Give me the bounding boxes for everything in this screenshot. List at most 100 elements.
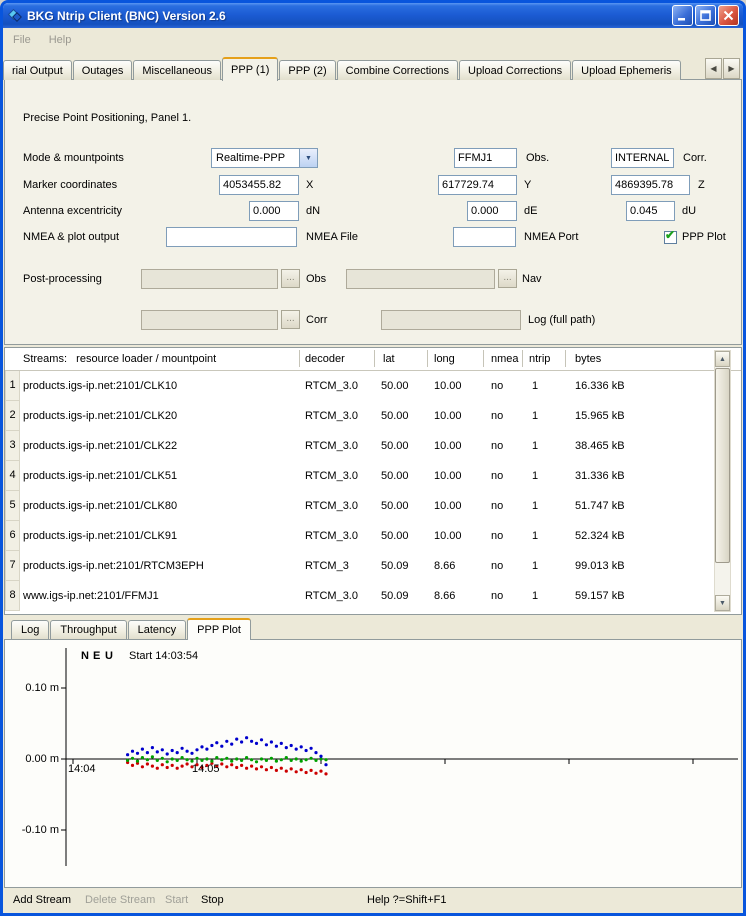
stream-bytes: 16.336 kB bbox=[575, 371, 625, 401]
maximize-icon bbox=[699, 9, 712, 22]
stream-lat: 50.00 bbox=[381, 431, 409, 461]
table-row[interactable]: 3 products.igs-ip.net:2101/CLK22 RTCM_3.… bbox=[5, 431, 723, 461]
tab-throughput[interactable]: Throughput bbox=[50, 620, 126, 639]
xtick-1405: 14:05 bbox=[192, 763, 220, 775]
app-window: BKG Ntrip Client (BNC) Version 2.6 File … bbox=[0, 0, 746, 916]
postproc-nav-file-field[interactable] bbox=[346, 269, 495, 289]
marker-coordinates-label: Marker coordinates bbox=[23, 175, 117, 195]
table-row[interactable]: 5 products.igs-ip.net:2101/CLK80 RTCM_3.… bbox=[5, 491, 723, 521]
mode-combobox[interactable]: Realtime-PPP ▼ bbox=[211, 148, 318, 168]
stream-decoder: RTCM_3.0 bbox=[305, 401, 358, 431]
chevron-right-icon: ▶ bbox=[728, 64, 734, 73]
table-row[interactable]: 6 products.igs-ip.net:2101/CLK91 RTCM_3.… bbox=[5, 521, 723, 551]
nmea-file-field[interactable] bbox=[166, 227, 297, 247]
nmea-file-label: NMEA File bbox=[306, 227, 358, 247]
scroll-down-button[interactable]: ▼ bbox=[715, 595, 730, 611]
stream-ntrip: 1 bbox=[532, 431, 538, 461]
tab-scroll-left-button[interactable]: ◀ bbox=[705, 58, 722, 79]
plot-start-time: Start 14:03:54 bbox=[129, 650, 198, 662]
log-file-label: Log (full path) bbox=[528, 310, 595, 330]
tab-outages[interactable]: Outages bbox=[73, 60, 133, 80]
browse-nav-button[interactable]: ... bbox=[498, 269, 517, 288]
nmea-port-field[interactable] bbox=[453, 227, 516, 247]
antenna-de-field[interactable] bbox=[467, 201, 517, 221]
vertical-scrollbar[interactable]: ▲ ▼ bbox=[714, 350, 731, 612]
stream-nmea: no bbox=[491, 581, 503, 611]
tab-upload-ephemeris[interactable]: Upload Ephemeris bbox=[572, 60, 681, 80]
tab-ppp-2[interactable]: PPP (2) bbox=[279, 60, 335, 80]
row-number: 3 bbox=[5, 431, 20, 461]
titlebar[interactable]: BKG Ntrip Client (BNC) Version 2.6 bbox=[3, 3, 743, 28]
bottom-tab-bar: Log Throughput Latency PPP Plot bbox=[11, 616, 743, 639]
tab-ppp-1[interactable]: PPP (1) bbox=[222, 57, 278, 81]
postproc-corr-file-field[interactable] bbox=[141, 310, 278, 330]
scrollbar-thumb[interactable] bbox=[715, 368, 730, 563]
menu-help[interactable]: Help bbox=[49, 34, 72, 46]
add-stream-button[interactable]: Add Stream bbox=[13, 888, 71, 913]
browse-corr-button[interactable]: ... bbox=[281, 310, 300, 329]
stream-long: 8.66 bbox=[434, 581, 455, 611]
tab-scroll-right-button[interactable]: ▶ bbox=[723, 58, 740, 79]
stream-bytes: 51.747 kB bbox=[575, 491, 625, 521]
marker-y-field[interactable] bbox=[438, 175, 517, 195]
obs-mountpoint-field[interactable] bbox=[454, 148, 517, 168]
chevron-down-icon: ▼ bbox=[305, 155, 312, 162]
stream-nmea: no bbox=[491, 461, 503, 491]
stream-long: 10.00 bbox=[434, 401, 462, 431]
app-icon bbox=[7, 8, 23, 24]
stream-long: 10.00 bbox=[434, 431, 462, 461]
stream-mountpoint: products.igs-ip.net:2101/RTCM3EPH bbox=[23, 551, 204, 581]
minimize-button[interactable] bbox=[672, 5, 693, 26]
postproc-log-file-field[interactable] bbox=[381, 310, 521, 330]
marker-x-field[interactable] bbox=[219, 175, 299, 195]
ppp-plot-checkbox[interactable]: ✔ bbox=[664, 231, 677, 244]
postproc-obs-file-field[interactable] bbox=[141, 269, 278, 289]
z-label: Z bbox=[698, 175, 705, 195]
stream-nmea: no bbox=[491, 401, 503, 431]
header-nmea: nmea bbox=[491, 348, 519, 370]
tab-serial-output[interactable]: rial Output bbox=[3, 60, 72, 80]
corr-mountpoint-field[interactable] bbox=[611, 148, 674, 168]
tab-miscellaneous[interactable]: Miscellaneous bbox=[133, 60, 221, 80]
legend-n: N bbox=[81, 650, 90, 662]
stream-lat: 50.00 bbox=[381, 491, 409, 521]
antenna-excentricity-label: Antenna excentricity bbox=[23, 201, 122, 221]
delete-stream-button[interactable]: Delete Stream bbox=[85, 888, 155, 913]
de-label: dE bbox=[524, 201, 537, 221]
column-divider bbox=[427, 350, 428, 367]
table-row[interactable]: 2 products.igs-ip.net:2101/CLK20 RTCM_3.… bbox=[5, 401, 723, 431]
ppp-panel: Precise Point Positioning, Panel 1. Mode… bbox=[4, 79, 742, 345]
scroll-up-button[interactable]: ▲ bbox=[715, 351, 730, 367]
combo-dropdown-button[interactable]: ▼ bbox=[299, 149, 317, 167]
stream-decoder: RTCM_3.0 bbox=[305, 581, 358, 611]
row-number: 8 bbox=[5, 581, 20, 611]
column-divider bbox=[565, 350, 566, 367]
tab-upload-corrections[interactable]: Upload Corrections bbox=[459, 60, 571, 80]
table-row[interactable]: 4 products.igs-ip.net:2101/CLK51 RTCM_3.… bbox=[5, 461, 723, 491]
close-button[interactable] bbox=[718, 5, 739, 26]
marker-z-field[interactable] bbox=[611, 175, 690, 195]
help-shortcut-label: Help ?=Shift+F1 bbox=[367, 888, 447, 913]
tab-latency[interactable]: Latency bbox=[128, 620, 187, 639]
antenna-du-field[interactable] bbox=[626, 201, 675, 221]
stream-decoder: RTCM_3.0 bbox=[305, 491, 358, 521]
maximize-button[interactable] bbox=[695, 5, 716, 26]
antenna-dn-field[interactable] bbox=[249, 201, 299, 221]
menu-file[interactable]: File bbox=[13, 34, 31, 46]
browse-obs-button[interactable]: ... bbox=[281, 269, 300, 288]
table-row[interactable]: 7 products.igs-ip.net:2101/RTCM3EPH RTCM… bbox=[5, 551, 723, 581]
stream-mountpoint: products.igs-ip.net:2101/CLK20 bbox=[23, 401, 177, 431]
tab-combine-corrections[interactable]: Combine Corrections bbox=[337, 60, 458, 80]
tab-log[interactable]: Log bbox=[11, 620, 49, 639]
tab-ppp-plot[interactable]: PPP Plot bbox=[187, 618, 251, 640]
stream-nmea: no bbox=[491, 521, 503, 551]
nav-file-label: Nav bbox=[522, 269, 542, 289]
chevron-left-icon: ◀ bbox=[710, 64, 716, 73]
start-button[interactable]: Start bbox=[165, 888, 188, 913]
stream-mountpoint: products.igs-ip.net:2101/CLK80 bbox=[23, 491, 177, 521]
table-row[interactable]: 1 products.igs-ip.net:2101/CLK10 RTCM_3.… bbox=[5, 371, 723, 401]
table-row[interactable]: 8 www.igs-ip.net:2101/FFMJ1 RTCM_3.0 50.… bbox=[5, 581, 723, 611]
stop-button[interactable]: Stop bbox=[201, 888, 224, 913]
stream-lat: 50.09 bbox=[381, 581, 409, 611]
x-label: X bbox=[306, 175, 313, 195]
